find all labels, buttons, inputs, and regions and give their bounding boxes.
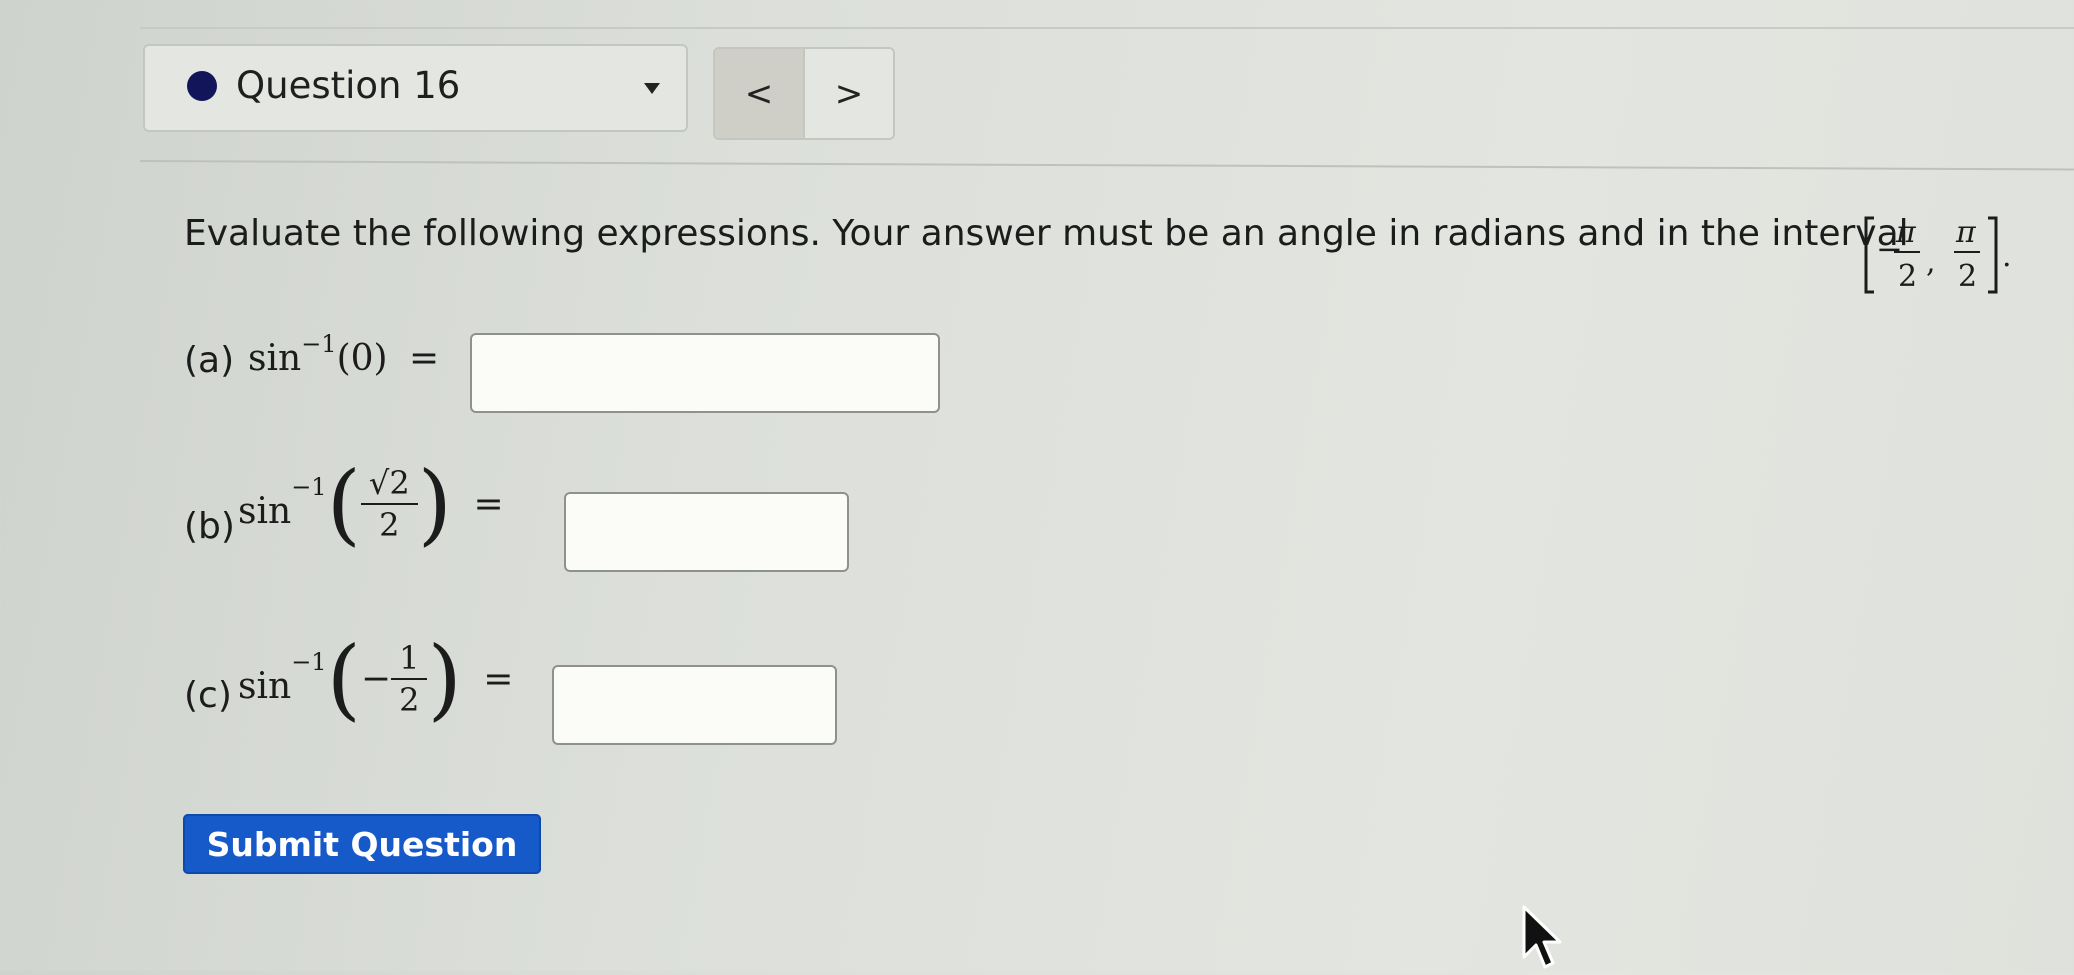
equals-sign: =	[483, 658, 514, 700]
numerator: 1	[391, 638, 428, 680]
fraction: √2 2	[360, 463, 418, 545]
interval-two-right: 2	[1958, 259, 1977, 294]
part-a: (a) sin−1(0) =	[184, 330, 940, 440]
interval-expression: − π 2 , π 2 .	[1860, 210, 2020, 300]
inverse-exponent: −1	[301, 330, 337, 358]
question-label: Question 16	[236, 64, 461, 107]
expression-a: sin−1(0) =	[248, 330, 440, 379]
expression-b: sin−1(√2 2) =	[238, 452, 504, 555]
part-c: (c) sin−1(− 1 2) =	[184, 635, 844, 745]
interval-comma: ,	[1926, 245, 1936, 280]
interval-two-left: 2	[1898, 259, 1917, 294]
inverse-exponent: −1	[291, 473, 327, 501]
next-question-button[interactable]: >	[805, 49, 893, 138]
part-b: (b) sin−1(√2 2) =	[184, 452, 854, 572]
header-divider	[139, 160, 2074, 171]
part-label: (b)	[184, 506, 235, 547]
question-nav: < >	[713, 47, 895, 140]
mouse-pointer-icon	[1520, 905, 1566, 971]
equals-sign: =	[409, 338, 440, 379]
interval-pi-right: π	[1955, 215, 1977, 250]
interval-pi-left: π	[1895, 215, 1917, 250]
submit-question-button[interactable]: Submit Question	[183, 814, 541, 874]
answer-input-a[interactable]	[470, 333, 940, 413]
inverse-exponent: −1	[291, 648, 327, 676]
part-label: (a)	[184, 340, 235, 381]
expression-c: sin−1(− 1 2) =	[238, 627, 514, 730]
numerator: √2	[360, 463, 418, 505]
svg-text:.: .	[2002, 239, 2012, 274]
part-label: (c)	[184, 675, 232, 716]
denominator: 2	[399, 681, 420, 719]
caret-down-icon	[644, 83, 660, 94]
fraction: 12	[391, 638, 428, 720]
status-dot-icon	[187, 71, 217, 101]
negative-sign: −	[360, 658, 392, 700]
previous-question-button[interactable]: <	[715, 49, 805, 138]
equals-sign: =	[473, 483, 504, 525]
answer-input-b[interactable]	[564, 492, 849, 572]
question-prompt: Evaluate the following expressions. Your…	[184, 213, 1909, 254]
sin-function: sin	[238, 491, 292, 532]
question-selector[interactable]: Question 16	[143, 44, 688, 132]
sin-function: sin	[238, 666, 292, 707]
denominator: 2	[379, 506, 400, 544]
top-rule	[140, 27, 2074, 29]
sin-function: sin	[248, 338, 302, 379]
argument: (0)	[336, 338, 388, 379]
answer-input-c[interactable]	[552, 665, 837, 745]
